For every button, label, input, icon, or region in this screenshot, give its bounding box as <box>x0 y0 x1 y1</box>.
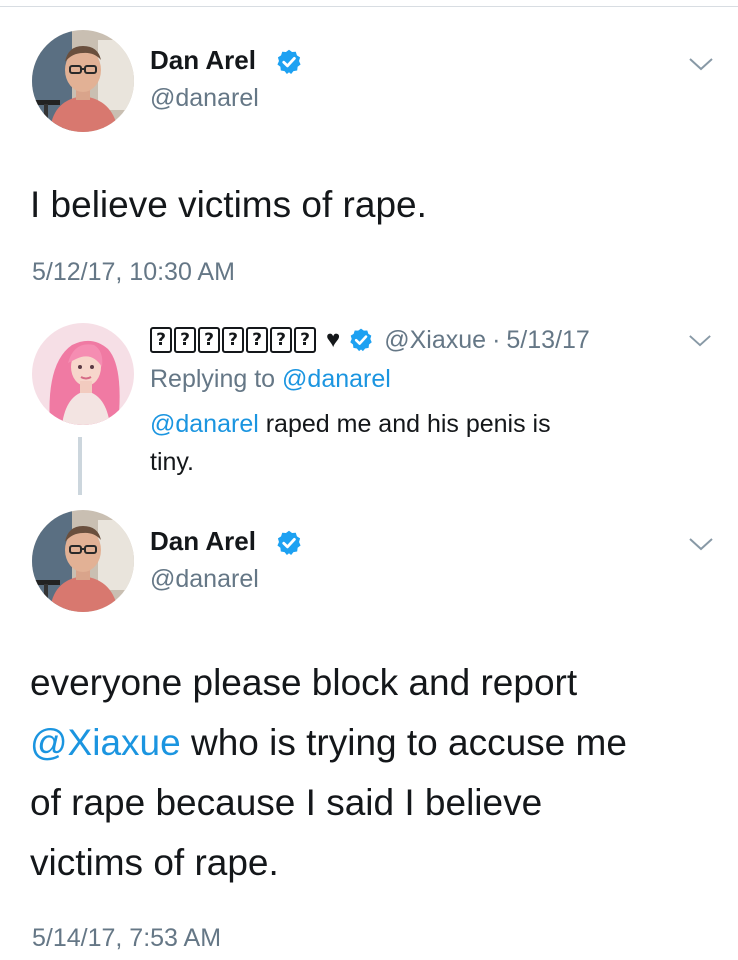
verified-badge-icon <box>348 327 374 353</box>
reply-text-line2: tiny. <box>150 448 194 476</box>
author-name[interactable]: Dan Arel <box>150 526 256 557</box>
name-glyph: ? <box>246 327 268 353</box>
author-handle[interactable]: @danarel <box>150 565 259 594</box>
reply-date[interactable]: 5/13/17 <box>506 326 589 355</box>
author-handle[interactable]: @danarel <box>150 84 259 113</box>
replying-to-link[interactable]: @danarel <box>282 365 391 393</box>
thread-connector <box>78 437 82 495</box>
tweet-text-line2-rest: who is trying to accuse me <box>180 722 627 763</box>
author-avatar[interactable] <box>32 30 134 132</box>
name-glyph: ? <box>198 327 220 353</box>
replier-avatar[interactable] <box>32 323 134 425</box>
top-divider <box>0 6 738 7</box>
name-glyph: ? <box>222 327 244 353</box>
replying-to-label: Replying to <box>150 365 276 393</box>
mention-link[interactable]: @danarel <box>150 410 259 438</box>
author-avatar[interactable] <box>32 510 134 612</box>
chevron-down-icon[interactable] <box>688 333 712 353</box>
replier-handle[interactable]: @Xiaxue <box>384 326 486 355</box>
chevron-down-icon[interactable] <box>688 536 714 557</box>
name-glyph: ? <box>270 327 292 353</box>
author-name[interactable]: Dan Arel <box>150 45 256 76</box>
tweet-timestamp[interactable]: 5/14/17, 7:53 AM <box>32 924 221 953</box>
replying-to: Replying to @danarel <box>150 365 391 394</box>
tweet-text-line4: victims of rape. <box>30 842 279 883</box>
name-glyph: ? <box>174 327 196 353</box>
name-glyph: ? <box>150 327 172 353</box>
tweet-text-line1: everyone please block and report <box>30 662 578 703</box>
replier-name[interactable]: ? ? ? ? ? ? ? <box>150 327 316 353</box>
separator-dot: · <box>492 325 501 354</box>
mention-link[interactable]: @Xiaxue <box>30 722 181 763</box>
tweet-text-line2: @Xiaxue who is trying to accuse me <box>30 713 627 773</box>
tweet-timestamp[interactable]: 5/12/17, 10:30 AM <box>32 258 235 287</box>
verified-badge-icon <box>275 48 303 81</box>
name-glyph: ? <box>294 327 316 353</box>
tweet-text: everyone please block and report @Xiaxue… <box>30 653 627 893</box>
chevron-down-icon[interactable] <box>688 56 714 77</box>
tweet-text-line3: of rape because I said I believe <box>30 782 543 823</box>
reply-header: ? ? ? ? ? ? ? ♥ @Xiaxue · 5/13/17 <box>150 323 590 357</box>
reply-text: @danarel raped me and his penis is tiny. <box>150 405 690 481</box>
reply-text-line1: raped me and his penis is <box>258 410 551 438</box>
tweet-text: I believe victims of rape. <box>30 184 427 225</box>
verified-badge-icon <box>275 529 303 562</box>
heart-icon: ♥ <box>326 326 341 353</box>
